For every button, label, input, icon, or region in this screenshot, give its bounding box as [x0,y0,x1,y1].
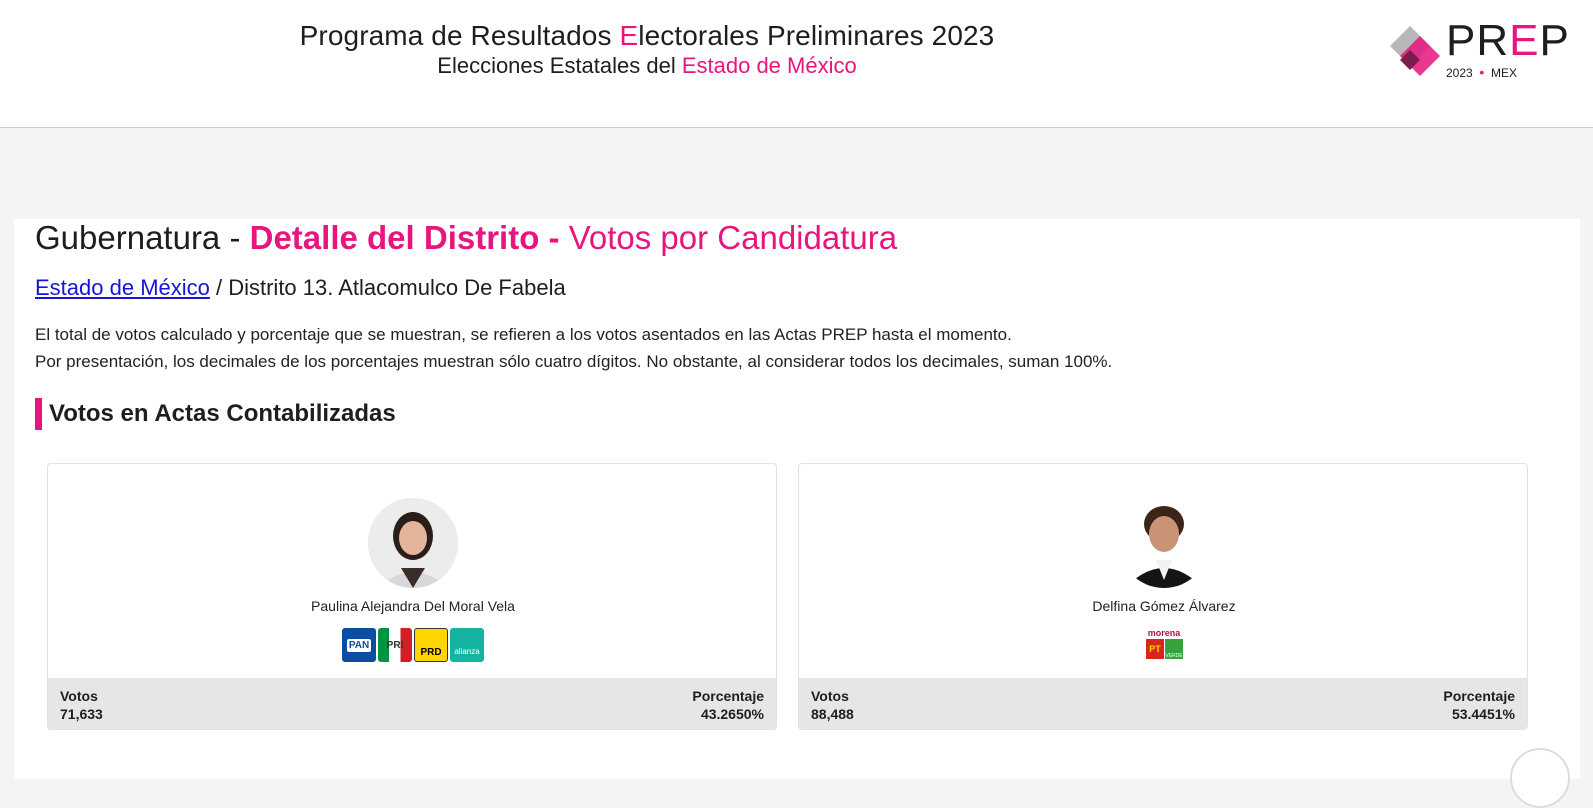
title-text-end: lectorales Preliminares 2023 [638,20,995,51]
votes-block: Votos 71,633 [60,687,103,723]
floating-action-button[interactable] [1510,748,1570,808]
votes-block: Votos 88,488 [811,687,854,723]
candidate-card: Delfina Gómez Álvarez morena PT VERDE Vo… [798,463,1528,730]
section-title: Votos en Actas Contabilizadas [35,398,396,430]
percentage-block: Porcentaje 43.2650% [692,687,764,723]
heading-part-1: Gubernatura - [35,219,250,256]
votes-value: 71,633 [60,706,103,722]
note-line-2: Por presentación, los decimales de los p… [35,352,1113,371]
candidate-avatar-icon [1119,498,1209,588]
party-verde-logo: VERDE [1165,639,1183,659]
breadcrumb-link-estado[interactable]: Estado de México [35,275,210,300]
percentage-label: Porcentaje [1443,688,1515,704]
header-title: Programa de Resultados Electorales Preli… [262,20,1032,79]
breadcrumb-current: / Distrito 13. Atlacomulco De Fabela [209,275,566,300]
party-prd-logo: PRD [414,628,448,662]
prep-logo-text: PREP [1446,16,1570,66]
party-label-verde: VERDE [1165,653,1183,659]
party-logos: morena PT VERDE [799,628,1529,662]
morena-pt-verde-logo: morena PT VERDE [1145,628,1183,662]
party-label-pri: PRI [386,639,404,651]
party-label-prd: PRD [420,646,442,658]
program-title: Programa de Resultados Electorales Preli… [262,20,1032,52]
party-label-alianza: alianza [454,646,480,656]
candidate-card: Paulina Alejandra Del Moral Vela PAN PRI… [47,463,777,730]
vote-stats: Votos 88,488 Porcentaje 53.4451% [799,678,1527,729]
party-label-pan: PAN [346,638,372,652]
party-label-pt: PT [1149,644,1161,654]
votes-label: Votos [60,688,98,704]
votes-value: 88,488 [811,706,854,722]
prep-logo[interactable]: PREP 2023 • MEX [1388,16,1578,82]
breadcrumb: Estado de México / Distrito 13. Atlacomu… [35,275,566,301]
candidate-photo [1119,498,1209,588]
candidate-name: Paulina Alejandra Del Moral Vela [311,598,515,614]
prep-diamond-icon [1390,26,1440,76]
logo-year: 2023 [1446,66,1473,80]
subtitle-highlight: Estado de México [681,53,857,78]
party-pri-logo: PRI [378,628,412,662]
percentage-value: 43.2650% [700,706,764,722]
percentage-label: Porcentaje [692,688,764,704]
candidate-avatar-icon [368,498,458,588]
party-pt-logo: PT [1146,639,1164,659]
note-line-1: El total de votos calculado y porcentaje… [35,325,1012,344]
logo-text-e: E [1509,16,1540,65]
heading-part-2: Detalle del Distrito - [249,219,569,256]
percentage-value: 53.4451% [1451,706,1515,722]
title-highlight: E [619,20,639,51]
title-text-start: Programa de Resultados [299,20,620,51]
program-subtitle: Elecciones Estatales del Estado de Méxic… [262,53,1032,79]
candidate-photo [368,498,458,588]
candidate-name: Delfina Gómez Álvarez [1092,598,1236,614]
party-logos: PAN PRI PRD alianza [48,628,778,662]
party-pan-logo: PAN [342,628,376,662]
votes-label: Votos [811,688,849,704]
page-title: Gubernatura - Detalle del Distrito - Vot… [35,219,897,257]
site-header: Programa de Resultados Electorales Preli… [0,0,1593,128]
vote-stats: Votos 71,633 Porcentaje 43.2650% [48,678,776,729]
party-morena-label: morena [1147,628,1181,638]
logo-text-start: PR [1446,16,1510,65]
logo-dot: • [1479,64,1485,80]
heading-part-3: Votos por Candidatura [568,219,898,256]
notes: El total de votos calculado y porcentaje… [35,321,1112,375]
subtitle-text: Elecciones Estatales del [437,53,682,78]
percentage-block: Porcentaje 53.4451% [1443,687,1515,723]
logo-text-end: P [1539,16,1570,65]
main-content: Gubernatura - Detalle del Distrito - Vot… [14,219,1580,779]
prep-logo-subtext: 2023 • MEX [1446,64,1517,80]
logo-region: MEX [1490,66,1517,80]
party-alianza-logo: alianza [450,628,484,662]
